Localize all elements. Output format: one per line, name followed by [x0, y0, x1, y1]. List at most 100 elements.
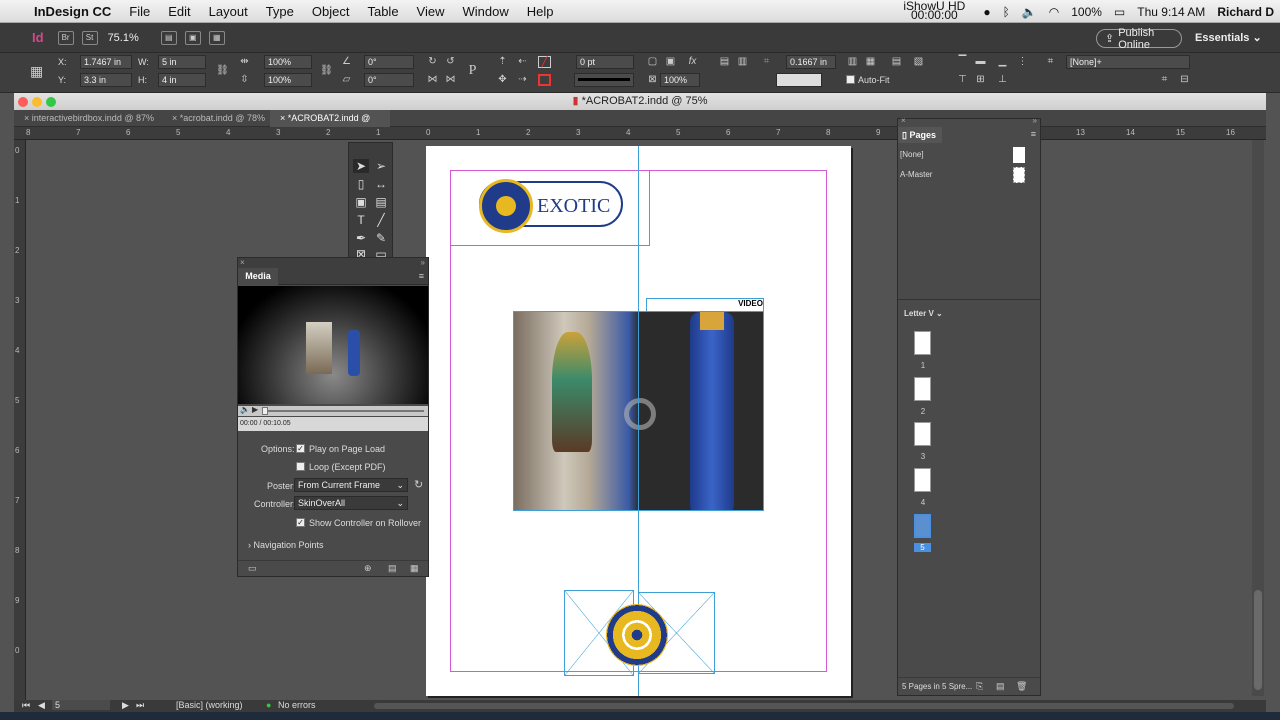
object-style-icon[interactable]: ⌗ — [1044, 56, 1057, 68]
panel-menu-icon[interactable]: ≡ — [1031, 129, 1036, 139]
close-tab-icon[interactable]: × — [172, 113, 180, 123]
controller-select[interactable]: SkinOverAll ⌄ — [294, 496, 408, 510]
align-icon[interactable]: ▤ — [718, 56, 731, 68]
select-container-icon[interactable]: ⇡ — [496, 56, 509, 68]
screen-mode-icon[interactable]: ▣ — [184, 30, 201, 45]
play-on-load-checkbox[interactable]: ✓ — [296, 444, 305, 453]
scale-y-field[interactable]: 100% — [264, 73, 312, 87]
media-tab[interactable]: Media — [238, 268, 278, 285]
scale-x-field[interactable]: 100% — [264, 55, 312, 69]
panel-close-icon[interactable]: × — [901, 116, 906, 125]
frame-fitting-icon[interactable]: ▢ — [646, 56, 659, 68]
constrain-proportions-icon[interactable]: ⛓ — [216, 65, 229, 77]
offset-field[interactable]: 0.1667 in — [786, 55, 836, 69]
menu-help[interactable]: Help — [518, 4, 563, 19]
select-next-icon[interactable]: ⇢ — [516, 74, 529, 86]
page-thumbnail[interactable] — [914, 468, 931, 492]
object-style-select[interactable]: [None]+ — [1066, 55, 1190, 69]
direct-selection-tool-icon[interactable]: ➢ — [373, 159, 389, 173]
panel-menu-icon[interactable]: ≡ — [419, 271, 424, 281]
play-icon[interactable]: ▶ — [252, 405, 258, 414]
dist-center-icon[interactable]: ⊞ — [974, 74, 987, 86]
prev-page-icon[interactable]: ◀ — [38, 700, 45, 711]
wifi-icon[interactable]: ◠ — [1043, 5, 1065, 19]
horizontal-ruler[interactable]: 87654321012345678910111213141516 — [14, 127, 1266, 140]
page-size-select[interactable]: Letter V ⌄ — [904, 309, 943, 318]
document-page[interactable]: EXOTIC VIDEO — [426, 146, 851, 696]
menu-view[interactable]: View — [408, 4, 454, 19]
user-name[interactable]: Richard D — [1211, 5, 1280, 19]
showu-status[interactable]: iShowU HD 00:00:00 — [891, 0, 977, 21]
type-tool-icon[interactable]: T — [353, 213, 369, 227]
bluetooth-icon[interactable]: ᛒ — [997, 5, 1016, 19]
target-button-icon[interactable] — [606, 604, 668, 666]
battery-icon[interactable]: ▭ — [1108, 5, 1131, 19]
distribute-icon[interactable]: ▧ — [912, 56, 925, 68]
none-master-row[interactable]: [None] — [900, 147, 1026, 163]
zoom-level[interactable]: 75.1% — [108, 32, 139, 44]
rotation-angle-field[interactable]: 0° — [364, 55, 414, 69]
page-thumbnail-selected[interactable] — [914, 514, 931, 538]
new-page-icon[interactable]: ▤ — [996, 681, 1005, 692]
tab-acrobat[interactable]: × *acrobat.indd @ 78% — [162, 110, 270, 127]
close-window-button[interactable] — [18, 97, 28, 107]
fit-frame-icon[interactable]: ▣ — [664, 56, 677, 68]
page-tool-icon[interactable]: ▯ — [353, 177, 369, 191]
flip-vertical-icon[interactable]: ⋈ — [444, 74, 457, 86]
panel-collapse-icon[interactable]: » — [1033, 116, 1037, 125]
workspace-switcher[interactable]: Essentials ⌄ — [1195, 31, 1262, 44]
fill-color-field[interactable] — [776, 73, 822, 87]
scrubber-thumb[interactable] — [262, 407, 268, 415]
align-top-icon[interactable]: ▔ — [956, 56, 969, 68]
auto-fit-checkbox[interactable] — [846, 75, 855, 84]
fx-effects-icon[interactable]: fx — [686, 56, 699, 68]
last-page-icon[interactable]: ⏭ — [136, 700, 144, 711]
stroke-weight-field[interactable]: 0 pt — [576, 55, 634, 69]
line-tool-icon[interactable]: ╱ — [373, 213, 389, 227]
show-controller-checkbox[interactable]: ✓ — [296, 518, 305, 527]
arrange-documents-icon[interactable]: ▦ — [208, 30, 225, 45]
reference-point-icon[interactable]: ▦ — [30, 64, 43, 78]
page-thumbnail[interactable] — [914, 422, 931, 446]
quick-apply-icon[interactable]: ⌗ — [1158, 74, 1171, 86]
opacity-field[interactable]: 100% — [660, 73, 700, 87]
preflight-profile[interactable]: [Basic] (working) — [176, 700, 243, 710]
align-bottom-icon[interactable]: ▁ — [996, 56, 1009, 68]
preflight-errors[interactable]: No errors — [278, 700, 316, 710]
mute-icon[interactable]: 🔈 — [240, 405, 250, 414]
distribute-v-icon[interactable]: ⋮ — [1016, 56, 1029, 68]
page-thumbnail[interactable] — [914, 377, 931, 401]
align-h-centers-icon[interactable]: ▦ — [864, 56, 877, 68]
panel-close-icon[interactable]: × — [240, 258, 245, 267]
logo-frame[interactable]: EXOTIC — [450, 170, 650, 246]
tab-interactivebirdbox[interactable]: × interactivebirdbox.indd @ 87% — [14, 110, 162, 127]
pages-tab[interactable]: ▯ Pages — [898, 127, 942, 143]
first-page-icon[interactable]: ⏮ — [22, 700, 30, 711]
menu-object[interactable]: Object — [303, 4, 359, 19]
menu-window[interactable]: Window — [454, 4, 518, 19]
a-master-row[interactable]: A-Master — [900, 167, 1026, 183]
battery-percent[interactable]: 100% — [1065, 5, 1108, 19]
align-right-edges-icon[interactable]: ▤ — [890, 56, 903, 68]
tab-acrobat2[interactable]: × *ACROBAT2.indd @ 75% — [270, 110, 390, 140]
rotate-cw-icon[interactable]: ↻ — [426, 56, 439, 68]
publish-online-button[interactable]: ⇪ Publish Online — [1096, 27, 1182, 51]
y-position-field[interactable]: 3.3 in — [80, 73, 132, 87]
selection-tool-icon[interactable]: ➤ — [353, 159, 369, 173]
align-left-edges-icon[interactable]: ▥ — [846, 56, 859, 68]
gap-tool-icon[interactable]: ↔ — [373, 177, 389, 191]
zoom-window-button[interactable] — [46, 97, 56, 107]
minimize-window-button[interactable] — [32, 97, 42, 107]
stroke-swatch-icon[interactable] — [538, 74, 551, 86]
vertical-scrollbar[interactable] — [1252, 140, 1264, 696]
select-previous-icon[interactable]: ⇠ — [516, 56, 529, 68]
place-video-icon[interactable]: ▤ — [388, 563, 397, 574]
align-vcenter-icon[interactable]: ▬ — [974, 56, 987, 68]
web-icon[interactable]: ⊕ — [364, 563, 372, 574]
x-position-field[interactable]: 1.7467 in — [80, 55, 132, 69]
next-page-icon[interactable]: ▶ — [122, 700, 129, 711]
volume-icon[interactable]: 🔈 — [1016, 5, 1043, 19]
flip-horizontal-icon[interactable]: ⋈ — [426, 74, 439, 86]
horizontal-scrollbar[interactable] — [374, 703, 1234, 709]
rotate-ccw-icon[interactable]: ↺ — [444, 56, 457, 68]
